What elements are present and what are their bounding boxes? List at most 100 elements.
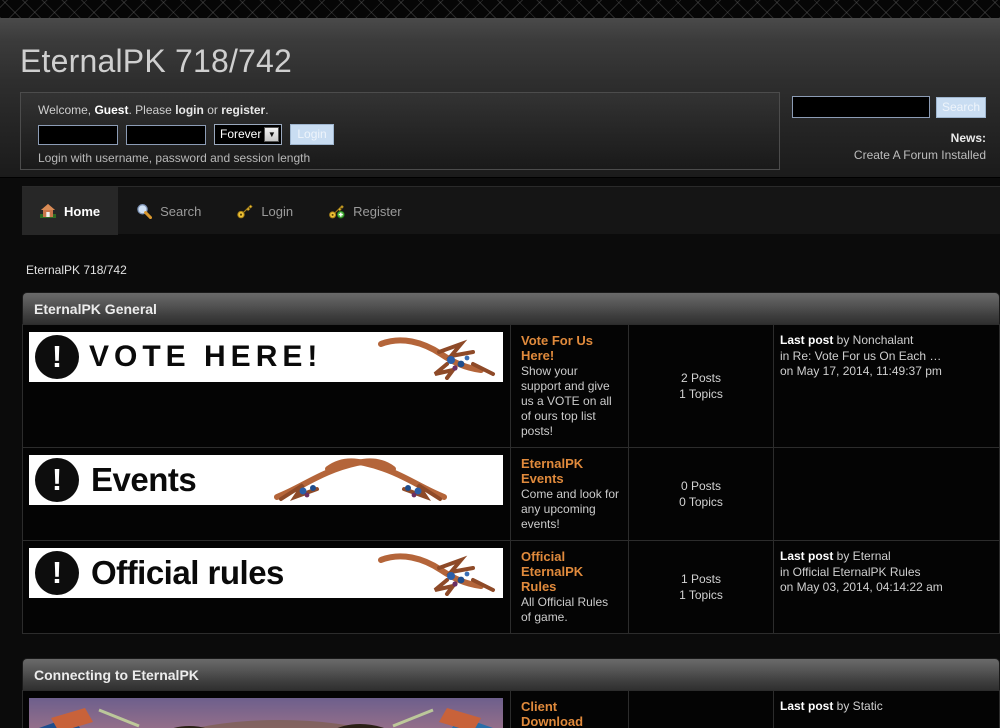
last-post-topic[interactable]: in Re: Vote For us On Each …: [780, 350, 999, 364]
guest-name: Guest: [94, 103, 128, 117]
nav-tab-login[interactable]: Login: [219, 187, 311, 235]
last-post-author: by Eternal: [833, 549, 890, 563]
board-post-count: 2 Posts: [681, 370, 721, 386]
chevron-down-icon: ▼: [264, 127, 279, 142]
board-row: Eternal 718/742 Client DownloadDownload t…: [23, 691, 999, 728]
news-block: News: Create A Forum Installed: [854, 131, 986, 162]
site-header: EternalPK 718/742 Welcome, Guest. Please…: [0, 18, 1000, 178]
board-info-cell: Vote For Us Here!Show your support and g…: [511, 325, 629, 447]
board-info-cell: Client DownloadDownload the: [511, 691, 629, 728]
board-banner-title: Official rules: [91, 554, 284, 592]
board-post-count: 1 Posts: [681, 571, 721, 587]
search-input[interactable]: [792, 96, 930, 118]
nav-tab-search[interactable]: Search: [118, 187, 219, 235]
last-post-topic[interactable]: in Official EternalPK Rules: [780, 566, 999, 580]
board-info-cell: Official EternalPK RulesAll Official Rul…: [511, 541, 629, 633]
key-icon: [237, 203, 253, 219]
login-hint: Login with username, password and sessio…: [38, 151, 779, 165]
search-area: Search: [792, 96, 986, 118]
board-banner-scenic: Eternal 718/742: [29, 698, 503, 728]
board-last-post-cell: Last post by Nonchalant in Re: Vote For u…: [774, 325, 999, 447]
welcome-prefix: Welcome,: [38, 103, 94, 117]
category-title: Connecting to EternalPK: [34, 667, 199, 683]
board-topic-count: 1 Topics: [679, 587, 723, 603]
top-texture-strip: [0, 0, 1000, 18]
board-stats-cell: 6 Posts: [629, 691, 774, 728]
session-length-select[interactable]: Forever ▼: [214, 124, 282, 145]
house-icon: [40, 203, 56, 219]
board-banner[interactable]: ! Official rules: [29, 548, 503, 598]
login-link[interactable]: login: [175, 103, 204, 117]
nav-tab-label: Search: [160, 204, 201, 219]
welcome-mid: . Please: [128, 103, 175, 117]
last-post-author: by Nonchalant: [833, 333, 913, 347]
board-banner-title: Events: [91, 461, 196, 499]
main-navigation: Home Search Login Register: [22, 186, 1000, 234]
forum-page: EternalPK 718/742 Welcome, Guest. Please…: [0, 0, 1000, 728]
board-stats-cell: 1 Posts1 Topics: [629, 541, 774, 633]
register-link[interactable]: register: [221, 103, 265, 117]
board-banner[interactable]: ! Events: [29, 455, 503, 505]
board-description: Come and look for any upcoming events!: [521, 487, 620, 532]
last-post-author: by Static: [833, 699, 882, 713]
login-button[interactable]: Login: [290, 124, 333, 145]
nav-tab-register[interactable]: Register: [311, 187, 419, 235]
board-title-link[interactable]: Client Download: [521, 699, 620, 728]
login-panel: Welcome, Guest. Please login or register…: [20, 92, 780, 170]
last-post-date: on May 03, 2014, 04:14:22 am: [780, 581, 999, 595]
news-text: Create A Forum Installed: [854, 148, 986, 162]
exclamation-icon: !: [35, 551, 79, 595]
login-form: Forever ▼ Login: [38, 124, 779, 145]
board-stats-cell: 0 Posts0 Topics: [629, 448, 774, 540]
category-header: EternalPK General: [22, 292, 1000, 324]
session-length-value: Forever: [220, 125, 261, 144]
board-last-post-cell: Last post by Eternal in Official EternalP…: [774, 541, 999, 633]
last-post-date: on May 17, 2014, 11:49:37 pm: [780, 365, 999, 379]
board-description: Show your support and give us a VOTE on …: [521, 364, 620, 439]
category-header: Connecting to EternalPK: [22, 658, 1000, 690]
welcome-or: or: [204, 103, 221, 117]
nav-tab-label: Login: [261, 204, 293, 219]
board-last-post-cell: [774, 448, 999, 540]
board-title-link[interactable]: Vote For Us Here!: [521, 333, 620, 363]
board-topic-count: 0 Topics: [679, 494, 723, 510]
nav-tab-label: Home: [64, 204, 100, 219]
board-icon-cell: ! Events: [23, 448, 511, 540]
last-post-label: Last post: [780, 549, 833, 563]
board-icon-cell: ! VOTE HERE!: [23, 325, 511, 447]
board-topic-count: 1 Topics: [679, 386, 723, 402]
nav-tab-home[interactable]: Home: [22, 187, 118, 235]
board-banner-title: VOTE HERE!: [89, 340, 322, 374]
board-table: ! VOTE HERE! Vote For Us Here!Show your su…: [22, 324, 1000, 634]
breadcrumb[interactable]: EternalPK 718/742: [26, 263, 127, 277]
username-input[interactable]: [38, 125, 118, 145]
page-title: EternalPK 718/742: [20, 43, 292, 80]
category-title: EternalPK General: [34, 301, 157, 317]
welcome-end: .: [265, 103, 268, 117]
board-icon-cell: ! Official rules: [23, 541, 511, 633]
board-row: ! Official rules Official EternalPK RulesA…: [23, 541, 999, 633]
board-last-post-cell: Last post by Static: [774, 691, 999, 728]
search-button[interactable]: Search: [936, 97, 986, 118]
board-row: ! VOTE HERE! Vote For Us Here!Show your su…: [23, 325, 999, 448]
key-plus-icon: [329, 203, 345, 219]
search-icon: [136, 203, 152, 219]
last-post-label: Last post: [780, 699, 833, 713]
board-info-cell: EternalPK EventsCome and look for any up…: [511, 448, 629, 540]
news-label: News:: [854, 131, 986, 145]
board-title-link[interactable]: EternalPK Events: [521, 456, 620, 486]
board-row: ! Events EternalPK EventsCome and look for…: [23, 448, 999, 541]
board-title-link[interactable]: Official EternalPK Rules: [521, 549, 620, 594]
last-post-label: Last post: [780, 333, 833, 347]
exclamation-icon: !: [35, 335, 79, 379]
board-table: Eternal 718/742 Client DownloadDownload t…: [22, 690, 1000, 728]
board-banner[interactable]: ! VOTE HERE!: [29, 332, 503, 382]
exclamation-icon: !: [35, 458, 79, 502]
welcome-message: Welcome, Guest. Please login or register…: [38, 103, 779, 117]
board-description: All Official Rules of game.: [521, 595, 620, 625]
board-stats-cell: 2 Posts1 Topics: [629, 325, 774, 447]
nav-tab-label: Register: [353, 204, 401, 219]
password-input[interactable]: [126, 125, 206, 145]
board-post-count: 0 Posts: [681, 478, 721, 494]
board-icon-cell: Eternal 718/742: [23, 691, 511, 728]
